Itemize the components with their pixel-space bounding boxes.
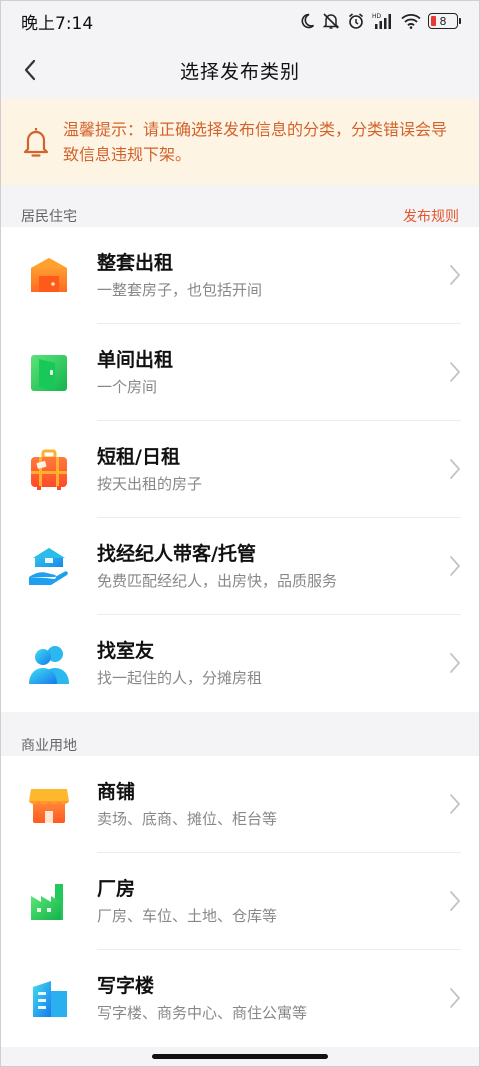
section-label: 商业用地: [21, 738, 77, 754]
office-building-icon: [33, 980, 67, 1017]
item-title: 整套出租: [97, 252, 174, 274]
moon-icon: [301, 13, 315, 29]
status-icons: HD 8: [299, 12, 461, 30]
list-item-whole-rent[interactable]: 整套出租 一整套房子，也包括开间: [1, 227, 479, 324]
item-title: 找室友: [97, 640, 155, 662]
chevron-right-icon: [450, 794, 460, 814]
status-time: 晚上7:14: [21, 13, 94, 34]
chevron-right-icon: [450, 265, 460, 285]
nav-bar: 选择发布类别: [1, 41, 479, 99]
svg-text:HD: HD: [372, 13, 382, 20]
publish-rules-link[interactable]: 发布规则: [403, 206, 459, 226]
list-item-office[interactable]: 写字楼 写字楼、商务中心、商住公寓等: [1, 950, 479, 1047]
mute-bell-icon: [322, 13, 340, 29]
list-item-shop[interactable]: 商铺 卖场、底商、摊位、柜台等: [1, 756, 479, 853]
item-subtitle: 找一起住的人，分摊房租: [97, 669, 263, 687]
item-subtitle: 免费匹配经纪人，出房快，品质服务: [97, 572, 338, 590]
battery-icon: 8: [428, 13, 461, 29]
item-title: 商铺: [97, 781, 136, 803]
shop-icon: [29, 788, 69, 823]
alarm-icon: [348, 13, 364, 29]
bell-icon: [23, 128, 49, 157]
back-button[interactable]: [15, 55, 45, 85]
section-label: 居民住宅: [21, 209, 77, 225]
roommates-icon: [29, 645, 69, 684]
hand-house-icon: [29, 547, 68, 585]
list-item-find-roommate[interactable]: 找室友 找一起住的人，分摊房租: [1, 615, 479, 712]
item-title: 厂房: [97, 878, 136, 900]
warning-notice: 温馨提示：请正确选择发布信息的分类，分类错误会导致信息违规下架。: [1, 99, 479, 185]
list-item-single-room[interactable]: 单间出租 一个房间: [1, 324, 479, 421]
home-indicator[interactable]: [152, 1054, 328, 1059]
item-title: 单间出租: [97, 349, 174, 371]
list-item-short-rent[interactable]: 短租/日租 按天出租的房子: [1, 421, 479, 518]
chevron-right-icon: [450, 653, 460, 673]
chevron-left-icon: [24, 59, 36, 81]
item-title: 找经纪人带客/托管: [97, 543, 256, 565]
chevron-right-icon: [450, 988, 460, 1008]
item-title: 短租/日租: [97, 446, 180, 468]
chevron-right-icon: [450, 891, 460, 911]
app-screen: 晚上7:14 HD 8 选择发布类别 温馨提示：请正确选择发布信息的分类，分类错…: [0, 0, 480, 1067]
item-subtitle: 一个房间: [97, 378, 158, 396]
item-subtitle: 厂房、车位、土地、仓库等: [97, 907, 278, 925]
signal-icon: HD: [372, 13, 391, 29]
item-subtitle: 写字楼、商务中心、商住公寓等: [97, 1004, 308, 1022]
page-title: 选择发布类别: [179, 60, 300, 83]
commercial-list: 商铺 卖场、底商、摊位、柜台等 厂房 厂房、车位、土地、仓库等 写字楼 写字楼、…: [1, 756, 479, 1047]
item-title: 写字楼: [97, 975, 155, 997]
status-bar: 晚上7:14 HD 8: [1, 1, 479, 41]
house-orange-icon: [31, 257, 67, 292]
door-green-icon: [31, 354, 67, 391]
chevron-right-icon: [450, 556, 460, 576]
list-item-find-agent[interactable]: 找经纪人带客/托管 免费匹配经纪人，出房快，品质服务: [1, 518, 479, 615]
chevron-right-icon: [450, 459, 460, 479]
suitcase-icon: [31, 449, 67, 490]
chevron-right-icon: [450, 362, 460, 382]
factory-icon: [31, 883, 63, 920]
residential-list: 整套出租 一整套房子，也包括开间 单间出租 一个房间 短租/日租 按天出租的房子…: [1, 227, 479, 712]
item-subtitle: 卖场、底商、摊位、柜台等: [97, 810, 278, 828]
item-subtitle: 按天出租的房子: [97, 475, 203, 493]
notice-text: 温馨提示：请正确选择发布信息的分类，分类错误会导致信息违规下架。: [63, 120, 448, 164]
battery-level: 8: [439, 14, 447, 28]
wifi-icon: [401, 14, 421, 29]
list-item-factory[interactable]: 厂房 厂房、车位、土地、仓库等: [1, 853, 479, 950]
item-subtitle: 一整套房子，也包括开间: [97, 281, 263, 299]
